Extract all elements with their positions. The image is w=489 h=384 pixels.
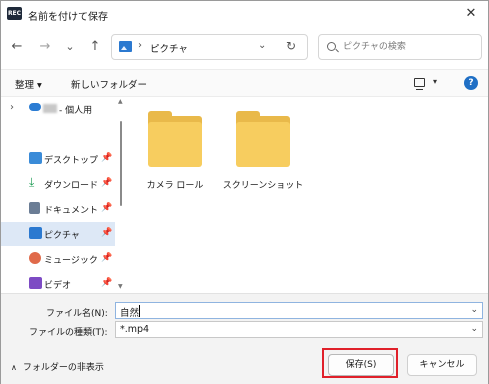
text-caret: [139, 305, 140, 317]
download-icon: ⤓: [29, 175, 35, 189]
sidebar-item-label: デスクトップ: [44, 156, 99, 166]
chevron-up-icon: ∧: [11, 363, 17, 372]
hide-folders-toggle[interactable]: ∧ フォルダーの非表示: [11, 360, 104, 373]
sidebar-item-label: ピクチャ: [44, 231, 80, 241]
document-icon: [29, 202, 40, 214]
pin-icon: 📌: [101, 203, 113, 213]
save-options-panel: ファイル名(N): 自然 ⌄ ファイルの種類(T): *.mp4 ⌄ ∧ フォルダ…: [1, 293, 488, 384]
navigation-pane: › - 個人用 デスクトップ 📌 ⤓ ダウンロード 📌 ドキュメント 📌 ピクチ…: [1, 97, 128, 293]
sidebar-item-videos[interactable]: ビデオ 📌: [1, 272, 115, 292]
chevron-down-icon[interactable]: ⌄: [470, 324, 478, 334]
sidebar-item-downloads[interactable]: ⤓ ダウンロード 📌: [1, 172, 115, 196]
chevron-down-icon[interactable]: ⌄: [470, 305, 478, 315]
filetype-value: *.mp4: [120, 324, 150, 335]
search-icon: [327, 42, 336, 51]
filetype-select[interactable]: *.mp4 ⌄: [115, 321, 483, 338]
video-icon: [29, 277, 42, 289]
folder-icon: [236, 111, 290, 167]
folder-name: カメラ ロール: [146, 181, 204, 191]
scroll-up-icon[interactable]: ▲: [118, 98, 123, 105]
organize-button[interactable]: 整理 ▾: [15, 77, 42, 91]
help-icon[interactable]: ?: [464, 76, 478, 90]
sidebar-item-label: ドキュメント: [44, 206, 99, 216]
scroll-down-icon[interactable]: ▼: [118, 283, 123, 290]
view-dropdown-icon[interactable]: ▾: [433, 77, 437, 86]
folder-name: スクリーンショット: [222, 181, 304, 191]
sidebar-item-label: ビデオ: [44, 281, 72, 291]
sidebar-item-desktop[interactable]: デスクトップ 📌: [1, 147, 115, 171]
filename-field[interactable]: 自然 ⌄: [115, 302, 483, 319]
command-bar: 整理 ▾ 新しいフォルダー ▾ ?: [1, 69, 488, 97]
cloud-icon: [29, 103, 41, 111]
pictures-icon: [29, 227, 42, 239]
sidebar-item-pictures[interactable]: ピクチャ 📌: [1, 222, 115, 246]
folder-icon: [148, 111, 202, 167]
scroll-thumb[interactable]: [120, 121, 122, 206]
breadcrumb-pictures[interactable]: ピクチャ: [150, 41, 188, 55]
close-button[interactable]: ✕: [462, 5, 480, 23]
address-bar[interactable]: › ピクチャ ⌄ ↻: [111, 34, 308, 60]
up-button[interactable]: ↑: [87, 39, 103, 55]
desktop-icon: [29, 152, 42, 164]
search-box[interactable]: [318, 34, 482, 60]
forward-button[interactable]: →: [37, 39, 53, 55]
sidebar-item-onedrive[interactable]: › - 個人用: [1, 97, 115, 121]
pin-icon: 📌: [101, 228, 113, 238]
folder-item[interactable]: スクリーンショット: [218, 109, 303, 199]
filename-label: ファイル名(N):: [46, 309, 108, 319]
pictures-icon: [119, 41, 132, 52]
sidebar-item-label: - 個人用: [59, 106, 93, 116]
dialog-title: 名前を付けて保存: [28, 12, 108, 23]
app-icon: REC: [7, 7, 22, 20]
sidebar-item-label: ダウンロード: [44, 181, 99, 191]
breadcrumb-separator: ›: [138, 40, 142, 51]
new-folder-button[interactable]: 新しいフォルダー: [71, 77, 147, 91]
cancel-button[interactable]: キャンセル: [407, 354, 477, 376]
pin-icon: 📌: [101, 153, 113, 163]
sidebar-item-label: ミュージック: [44, 256, 98, 266]
save-as-dialog: REC 名前を付けて保存 ✕ ← → ⌄ ↑ › ピクチャ ⌄ ↻ 整理 ▾ 新…: [0, 0, 489, 384]
back-button[interactable]: ←: [9, 39, 25, 55]
file-list-pane: カメラ ロール スクリーンショット: [128, 97, 488, 293]
hide-folders-label: フォルダーの非表示: [22, 363, 104, 373]
sidebar-item-documents[interactable]: ドキュメント 📌: [1, 197, 115, 221]
save-button-highlight: [322, 348, 398, 378]
search-input[interactable]: [343, 39, 477, 55]
redacted-account-name: [43, 104, 57, 113]
folder-item[interactable]: カメラ ロール: [130, 109, 210, 199]
sidebar-item-music[interactable]: ミュージック 📌: [1, 247, 115, 271]
expand-chevron-icon[interactable]: ›: [10, 102, 14, 113]
view-icon[interactable]: [414, 78, 425, 90]
title-bar: REC 名前を付けて保存 ✕: [1, 1, 488, 28]
sidebar-scrollbar[interactable]: ▲ ▼: [117, 97, 125, 291]
pin-icon: 📌: [101, 278, 113, 288]
filename-value[interactable]: 自然: [120, 305, 139, 319]
recent-locations-button[interactable]: ⌄: [62, 39, 78, 55]
pin-icon: 📌: [101, 178, 113, 188]
filetype-label: ファイルの種類(T):: [29, 328, 108, 338]
music-icon: [29, 252, 41, 264]
refresh-icon[interactable]: ↻: [286, 39, 296, 53]
pin-icon: 📌: [101, 253, 113, 263]
address-dropdown-icon[interactable]: ⌄: [258, 40, 266, 51]
